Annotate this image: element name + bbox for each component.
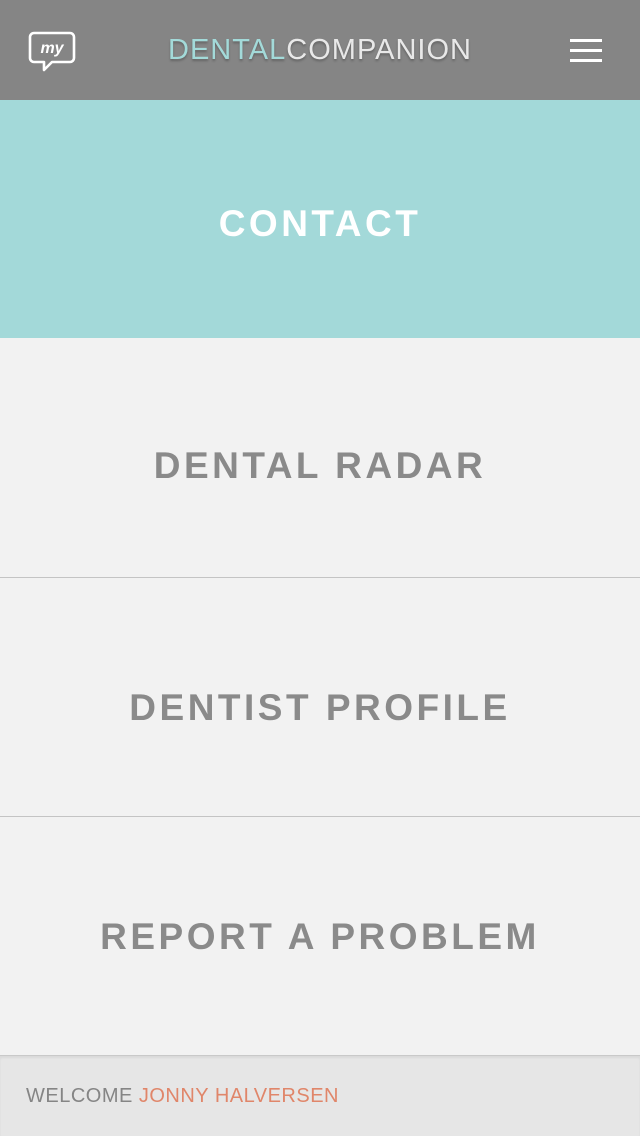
menu-item-contact[interactable]: CONTACT [0,100,640,338]
welcome-label: WELCOME [26,1084,133,1107]
menu-item-dentist-profile[interactable]: DENTIST PROFILE [0,578,640,817]
hamburger-line [570,49,602,52]
user-name-link[interactable]: JONNY HALVERSEN [139,1085,339,1108]
welcome-footer: WELCOME JONNY HALVERSEN [0,1055,640,1136]
hamburger-menu-icon[interactable] [570,38,604,64]
app-root: my DENTAL COMPANION CONTACT DENTAL RADAR … [0,0,640,1136]
menu-item-label: CONTACT [218,203,422,244]
app-brand-title: DENTAL COMPANION [0,0,640,100]
menu-item-label: DENTAL RADAR [153,444,487,486]
menu-item-report-problem[interactable]: REPORT A PROBLEM [0,817,640,1055]
brand-part-companion: COMPANION [286,33,472,66]
menu-item-label: DENTIST PROFILE [129,687,511,728]
top-bar: my DENTAL COMPANION [0,0,640,100]
menu-item-label: REPORT A PROBLEM [100,916,540,957]
hamburger-line [570,59,602,62]
hamburger-line [570,39,602,42]
brand-part-dental: DENTAL [168,33,287,66]
menu-item-dental-radar[interactable]: DENTAL RADAR [0,338,640,578]
